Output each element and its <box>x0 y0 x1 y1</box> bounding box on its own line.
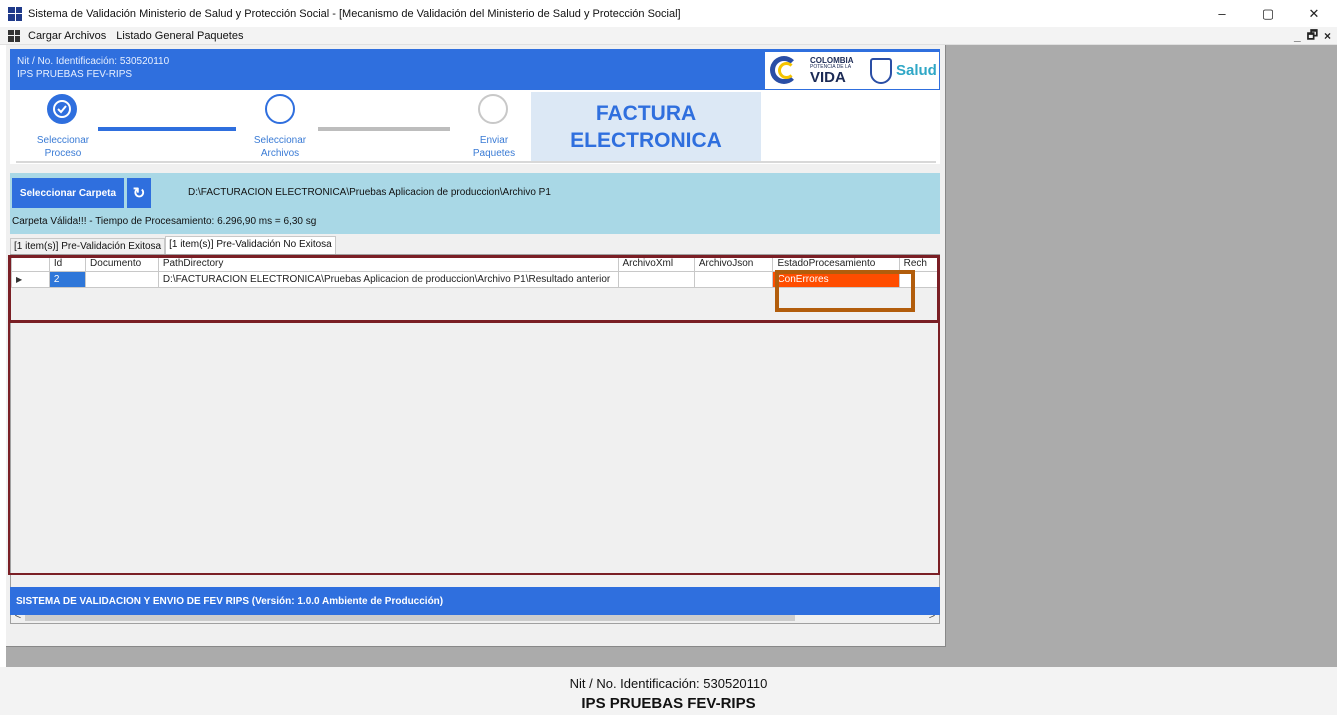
header-ips: IPS PRUEBAS FEV-RIPS <box>17 69 133 80</box>
colombia-arc-icon <box>768 54 806 87</box>
step-pending-circle-icon <box>478 94 508 124</box>
menu-cargar-archivos[interactable]: Cargar Archivos <box>28 30 106 42</box>
highlight-estado-box <box>775 270 915 312</box>
step-seleccionar-proceso[interactable]: Seleccionar Proceso <box>28 134 98 160</box>
tab-prevalidacion-exitosa[interactable]: [1 item(s)] Pre-Validación Exitosa <box>10 238 166 254</box>
status-ips: IPS PRUEBAS FEV-RIPS <box>581 695 756 712</box>
step-connector-1 <box>98 127 236 131</box>
maximize-button[interactable]: ▢ <box>1245 0 1291 27</box>
step-connector-2 <box>318 127 450 131</box>
status-area: Nit / No. Identificación: 530520110 IPS … <box>0 667 1337 715</box>
mdi-close-button[interactable]: × <box>1324 29 1331 43</box>
step-current-circle-icon <box>265 94 295 124</box>
tab-prevalidacion-no-exitosa[interactable]: [1 item(s)] Pre-Validación No Exitosa <box>165 236 336 254</box>
factura-electronica-badge: FACTURA ELECTRONICA <box>531 92 761 162</box>
processing-status: Carpeta Válida!!! - Tiempo de Procesamie… <box>12 216 317 227</box>
mdi-restore-button[interactable]: 🗗 <box>1307 26 1318 47</box>
menu-bar: Cargar Archivos Listado General Paquetes… <box>0 27 1337 45</box>
menu-listado-general-paquetes[interactable]: Listado General Paquetes <box>116 30 243 42</box>
coat-of-arms-icon <box>870 57 892 84</box>
window-title: Sistema de Validación Ministerio de Salu… <box>28 7 681 20</box>
select-folder-button[interactable]: Seleccionar Carpeta <box>12 178 124 208</box>
mdi-controls: _ 🗗 × <box>1294 27 1331 45</box>
logo-salud: Salud <box>896 62 937 79</box>
app-icon <box>8 6 22 21</box>
process-stepper: Seleccionar Proceso Seleccionar Archivos… <box>10 90 940 164</box>
badge-line-2: ELECTRONICA <box>570 129 722 152</box>
header-nit: Nit / No. Identificación: 530520110 <box>17 56 170 67</box>
mdi-minimize-button[interactable]: _ <box>1294 29 1301 43</box>
step-done-check-icon <box>47 94 77 124</box>
version-footer: SISTEMA DE VALIDACION Y ENVIO DE FEV RIP… <box>10 587 940 615</box>
result-tabs: [1 item(s)] Pre-Validación Exitosa [1 it… <box>10 236 336 254</box>
badge-line-1: FACTURA <box>595 102 697 125</box>
step-seleccionar-archivos[interactable]: Seleccionar Archivos <box>242 134 318 160</box>
step-enviar-paquetes[interactable]: Enviar Paquetes <box>470 134 518 160</box>
stepper-divider <box>16 161 936 163</box>
refresh-icon: ↻ <box>132 185 146 202</box>
folder-panel: Seleccionar Carpeta ↻ D:\FACTURACION ELE… <box>10 173 940 234</box>
version-text: SISTEMA DE VALIDACION Y ENVIO DE FEV RIP… <box>16 595 444 607</box>
mdi-window-icon[interactable] <box>8 29 20 42</box>
window-titlebar: Sistema de Validación Ministerio de Salu… <box>0 0 1337 27</box>
window-controls: – ▢ ✕ <box>1199 0 1337 27</box>
header-banner: Nit / No. Identificación: 530520110 IPS … <box>10 49 940 90</box>
refresh-button[interactable]: ↻ <box>127 178 151 208</box>
status-nit: Nit / No. Identificación: 530520110 <box>569 676 768 691</box>
ministry-logo: COLOMBIA POTENCIA DE LA VIDA Salud <box>765 52 939 89</box>
logo-vida: VIDA <box>810 68 846 86</box>
folder-path: D:\FACTURACION ELECTRONICA\Pruebas Aplic… <box>188 187 551 198</box>
close-button[interactable]: ✕ <box>1291 0 1337 27</box>
minimize-button[interactable]: – <box>1199 0 1245 27</box>
